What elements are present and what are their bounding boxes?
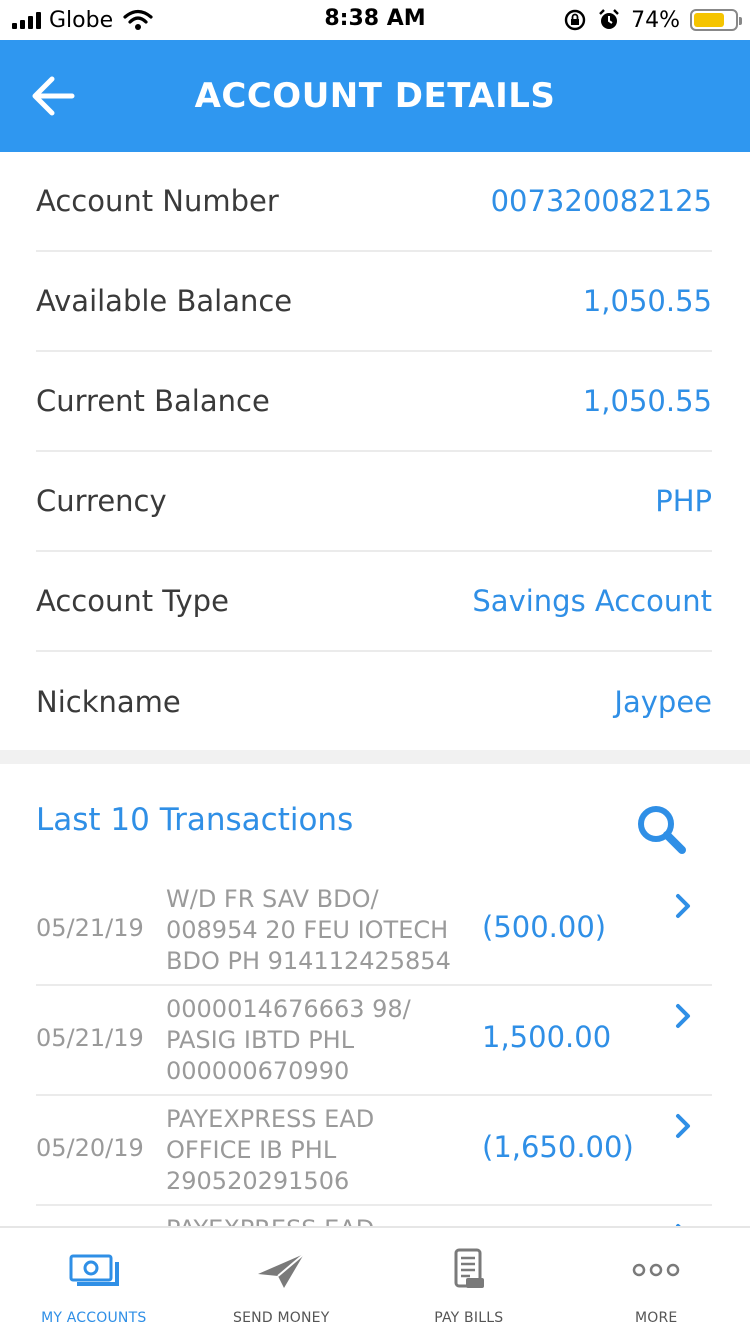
tab-bar: MY ACCOUNTS SEND MONEY PAY BILLS MORE xyxy=(0,1226,750,1334)
tab-label: SEND MONEY xyxy=(233,1310,330,1326)
detail-value: 007320082125 xyxy=(490,184,712,218)
transaction-description: W/D FR SAV BDO/ 008954 20 FEU IOTECH BDO… xyxy=(166,885,451,975)
detail-row-account-number: Account Number 007320082125 xyxy=(36,152,712,252)
chevron-right-icon xyxy=(676,1004,690,1028)
transaction-description: PAYEXPRESS EAD OFFICE IB PHL 29052029150… xyxy=(166,1105,375,1195)
transaction-description: 0000014676663 98/ PASIG IBTD PHL 0000006… xyxy=(166,995,411,1085)
transaction-amount: (500.00) xyxy=(482,910,607,944)
detail-row-currency: Currency PHP xyxy=(36,452,712,552)
transaction-row[interactable]: 05/20/19 PAYEXPRESS EAD OFFICE IB PHL 29… xyxy=(36,1096,712,1206)
detail-value: Jaypee xyxy=(614,685,712,719)
detail-label: Nickname xyxy=(36,685,181,719)
transactions-title: Last 10 Transactions xyxy=(36,802,354,838)
transaction-amount: 1,500.00 xyxy=(482,1020,612,1054)
tab-more[interactable]: MORE xyxy=(563,1228,750,1334)
detail-label: Current Balance xyxy=(36,384,270,418)
detail-row-nickname[interactable]: Nickname Jaypee xyxy=(36,652,712,752)
tab-send-money[interactable]: SEND MONEY xyxy=(188,1228,376,1334)
detail-label: Currency xyxy=(36,484,167,518)
transaction-row[interactable]: 05/21/19 W/D FR SAV BDO/ 008954 20 FEU I… xyxy=(36,876,712,986)
detail-label: Account Type xyxy=(36,584,229,618)
tab-my-accounts[interactable]: MY ACCOUNTS xyxy=(0,1228,188,1334)
battery-fill xyxy=(694,13,724,27)
transaction-description: PAYEXPRESS EAD xyxy=(166,1214,476,1226)
transaction-date: 05/21/19 xyxy=(36,1024,144,1052)
transactions-list: 05/21/19 W/D FR SAV BDO/ 008954 20 FEU I… xyxy=(36,876,712,1226)
tab-label: MORE xyxy=(635,1310,678,1326)
tab-label: MY ACCOUNTS xyxy=(41,1310,147,1326)
section-divider xyxy=(0,750,750,764)
bill-icon xyxy=(454,1248,484,1288)
account-details: Account Number 007320082125 Available Ba… xyxy=(36,152,712,752)
money-icon xyxy=(69,1254,119,1286)
transactions-header: Last 10 Transactions xyxy=(36,792,712,856)
tab-pay-bills[interactable]: PAY BILLS xyxy=(375,1228,563,1334)
detail-label: Account Number xyxy=(36,184,279,218)
detail-row-account-type: Account Type Savings Account xyxy=(36,552,712,652)
rotation-lock-icon xyxy=(564,9,586,31)
battery-icon xyxy=(690,9,742,31)
detail-value: 1,050.55 xyxy=(582,284,712,318)
search-icon xyxy=(638,806,686,854)
detail-value: Savings Account xyxy=(472,584,712,618)
app-header: ACCOUNT DETAILS xyxy=(0,40,750,152)
transaction-date: 05/20/19 xyxy=(36,1134,144,1162)
battery-percentage: 74% xyxy=(631,7,680,33)
detail-row-available-balance: Available Balance 1,050.55 xyxy=(36,252,712,352)
transaction-date: 05/21/19 xyxy=(36,914,144,942)
detail-label: Available Balance xyxy=(36,284,293,318)
detail-value: 1,050.55 xyxy=(582,384,712,418)
tab-label: PAY BILLS xyxy=(434,1310,504,1326)
chevron-right-icon xyxy=(676,1114,690,1138)
detail-value: PHP xyxy=(655,484,712,518)
search-button[interactable] xyxy=(634,802,688,856)
chevron-right-icon xyxy=(676,894,690,918)
transaction-row[interactable]: PAYEXPRESS EAD xyxy=(36,1206,712,1226)
status-bar: Globe 8:38 AM 74% xyxy=(0,0,750,40)
detail-row-current-balance: Current Balance 1,050.55 xyxy=(36,352,712,452)
more-icon xyxy=(633,1263,680,1277)
alarm-icon xyxy=(599,9,619,29)
status-right: 74% xyxy=(563,6,742,34)
page-title: ACCOUNT DETAILS xyxy=(194,76,556,116)
paper-plane-icon xyxy=(258,1253,305,1288)
transaction-row[interactable]: 05/21/19 0000014676663 98/ PASIG IBTD PH… xyxy=(36,986,712,1096)
transaction-amount: (1,650.00) xyxy=(482,1130,634,1164)
